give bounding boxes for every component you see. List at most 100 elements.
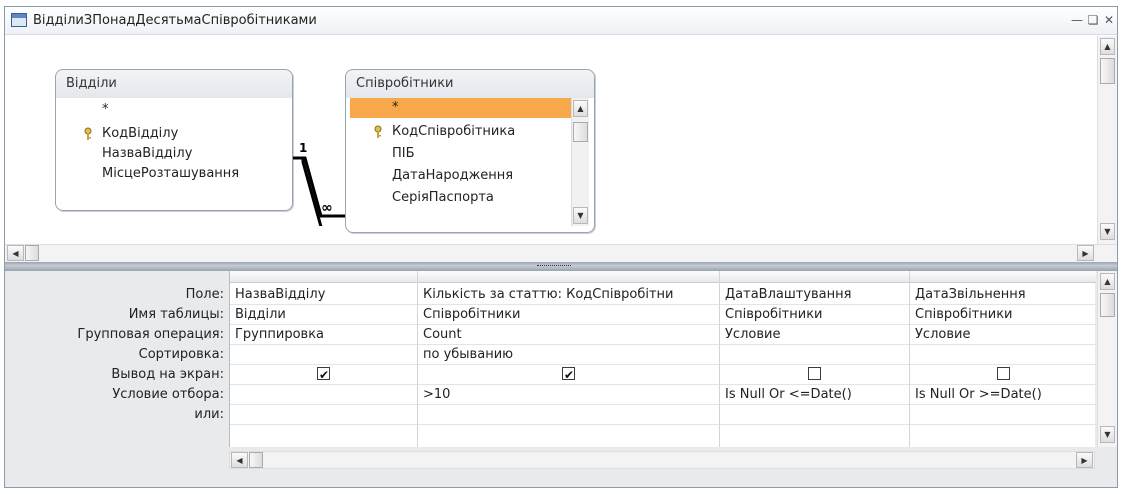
grid-column[interactable]: Кількість за статтю: КодСпівробітни Спів… xyxy=(418,271,720,447)
splitter-grip[interactable] xyxy=(537,265,571,268)
close-icon[interactable]: ✕ xyxy=(1101,12,1117,28)
field-item[interactable]: КодВідділу xyxy=(60,124,288,144)
field-cell[interactable]: ДатаЗвільнення xyxy=(910,285,1096,305)
table-title: Співробітники xyxy=(356,76,454,91)
criteria-cell[interactable]: >10 xyxy=(418,385,719,405)
field-item[interactable]: ДатаНародження xyxy=(350,166,572,186)
or-cell[interactable] xyxy=(910,405,1096,425)
table-cell[interactable]: Відділи xyxy=(230,305,417,325)
scroll-left-arrow[interactable]: ◀ xyxy=(231,452,248,468)
many-side-label: ∞ xyxy=(321,200,333,216)
or-cell[interactable] xyxy=(418,405,719,425)
primary-key-icon xyxy=(84,127,92,140)
group-cell[interactable]: Условие xyxy=(720,325,909,345)
show-cell[interactable] xyxy=(418,365,719,385)
row-label-or: или: xyxy=(194,407,224,422)
group-cell[interactable]: Группировка xyxy=(230,325,417,345)
grid-column[interactable]: ДатаЗвільнення Співробітники Условие Is … xyxy=(910,271,1096,447)
scroll-down-arrow[interactable]: ▼ xyxy=(1100,223,1115,240)
sort-cell[interactable] xyxy=(910,345,1096,365)
row-label-group: Групповая операция: xyxy=(77,327,224,342)
or-cell[interactable] xyxy=(230,405,417,425)
scroll-thumb[interactable] xyxy=(25,245,39,261)
sort-cell[interactable]: по убыванию xyxy=(418,345,719,365)
column-selector[interactable] xyxy=(418,271,719,283)
restore-icon[interactable]: ❏ xyxy=(1085,12,1101,28)
or-cell[interactable] xyxy=(720,405,909,425)
primary-key-icon xyxy=(374,125,382,138)
table-scrollbar[interactable]: ▲ ▼ xyxy=(571,98,589,226)
scroll-thumb[interactable] xyxy=(249,452,263,468)
show-checkbox[interactable] xyxy=(808,367,821,380)
show-checkbox[interactable] xyxy=(317,365,330,384)
scroll-down-arrow[interactable]: ▼ xyxy=(573,207,588,224)
design-grid: НазваВідділу Відділи Группировка Кількіс… xyxy=(229,271,1096,447)
row-label-criteria: Условие отбора: xyxy=(112,387,224,402)
diagram-vertical-scrollbar[interactable]: ▲ ▼ xyxy=(1097,36,1117,244)
row-label-table: Имя таблицы: xyxy=(128,307,224,322)
query-design-window: ВідділиЗПонадДесятьмаСпівробітниками — ❏… xyxy=(4,6,1118,488)
sort-cell[interactable] xyxy=(230,345,417,365)
show-checkbox[interactable] xyxy=(996,367,1010,380)
field-item[interactable]: СеріяПаспорта xyxy=(350,188,572,208)
grid-horizontal-scrollbar[interactable]: ◀ ▶ xyxy=(229,451,1095,469)
row-label-field: Поле: xyxy=(185,287,224,302)
grid-column[interactable]: НазваВідділу Відділи Группировка xyxy=(230,271,418,447)
field-label: КодВідділу xyxy=(102,126,179,141)
grid-column[interactable]: ДатаВлаштування Співробітники Условие Is… xyxy=(720,271,910,447)
table-box-spivrobitnyky[interactable]: Співробітники * КодСпівробітника ПІБ Дат… xyxy=(345,69,595,233)
pane-splitter[interactable] xyxy=(5,262,1117,271)
criteria-cell[interactable]: Is Null Or <=Date() xyxy=(720,385,909,405)
field-label: КодСпівробітника xyxy=(392,124,516,139)
scroll-up-arrow[interactable]: ▲ xyxy=(1100,273,1115,290)
field-item[interactable]: КодСпівробітника xyxy=(350,122,572,142)
column-selector[interactable] xyxy=(910,271,1096,283)
show-cell[interactable] xyxy=(910,365,1096,385)
scroll-thumb[interactable] xyxy=(1100,293,1115,317)
field-item[interactable]: * xyxy=(60,100,288,120)
field-list: * КодВідділу НазваВідділу МісцеРозташува… xyxy=(60,98,288,204)
table-box-viddily[interactable]: Відділи * КодВідділу НазваВідділу МісцеР… xyxy=(55,69,293,211)
minimize-icon[interactable]: — xyxy=(1069,12,1085,28)
field-cell[interactable]: Кількість за статтю: КодСпівробітни xyxy=(418,285,719,305)
table-cell[interactable]: Співробітники xyxy=(418,305,719,325)
sort-cell[interactable] xyxy=(720,345,909,365)
scroll-thumb[interactable] xyxy=(1100,58,1115,84)
query-icon xyxy=(11,13,27,27)
scroll-right-arrow[interactable]: ▶ xyxy=(1076,452,1093,468)
scroll-left-arrow[interactable]: ◀ xyxy=(7,245,24,261)
field-cell[interactable]: НазваВідділу xyxy=(230,285,417,305)
field-cell[interactable]: ДатаВлаштування xyxy=(720,285,909,305)
diagram-horizontal-scrollbar[interactable]: ◀ ▶ xyxy=(5,244,1117,262)
window-title: ВідділиЗПонадДесятьмаСпівробітниками xyxy=(33,13,317,28)
scroll-thumb[interactable] xyxy=(573,122,588,142)
scroll-down-arrow[interactable]: ▼ xyxy=(1100,426,1115,443)
table-title: Відділи xyxy=(66,76,117,91)
field-item[interactable]: ПІБ xyxy=(350,144,572,164)
show-cell[interactable] xyxy=(230,365,417,385)
scroll-up-arrow[interactable]: ▲ xyxy=(573,100,588,117)
field-item[interactable]: НазваВідділу xyxy=(60,144,288,164)
column-selector[interactable] xyxy=(720,271,909,283)
criteria-cell[interactable]: Is Null Or >=Date() xyxy=(910,385,1096,405)
show-checkbox[interactable] xyxy=(562,365,575,384)
row-label-show: Вывод на экран: xyxy=(111,367,224,382)
field-item-selected[interactable]: * xyxy=(350,98,572,118)
relationship-line[interactable]: 1 ∞ xyxy=(293,66,345,226)
table-cell[interactable]: Співробітники xyxy=(720,305,909,325)
scroll-right-arrow[interactable]: ▶ xyxy=(1077,245,1094,261)
title-bar: ВідділиЗПонадДесятьмаСпівробітниками — ❏… xyxy=(5,7,1117,35)
row-label-sort: Сортировка: xyxy=(138,347,224,362)
group-cell[interactable]: Count xyxy=(418,325,719,345)
field-item[interactable]: МісцеРозташування xyxy=(60,164,288,184)
column-selector[interactable] xyxy=(230,271,417,283)
query-grid-pane: Поле: Имя таблицы: Групповая операция: С… xyxy=(5,271,1117,487)
criteria-cell[interactable] xyxy=(230,385,417,405)
table-diagram-pane: Відділи * КодВідділу НазваВідділу МісцеР… xyxy=(5,36,1117,262)
one-side-label: 1 xyxy=(299,141,307,155)
table-cell[interactable]: Співробітники xyxy=(910,305,1096,325)
show-cell[interactable] xyxy=(720,365,909,385)
grid-vertical-scrollbar[interactable]: ▲ ▼ xyxy=(1097,271,1117,447)
group-cell[interactable]: Условие xyxy=(910,325,1096,345)
scroll-up-arrow[interactable]: ▲ xyxy=(1100,38,1115,55)
